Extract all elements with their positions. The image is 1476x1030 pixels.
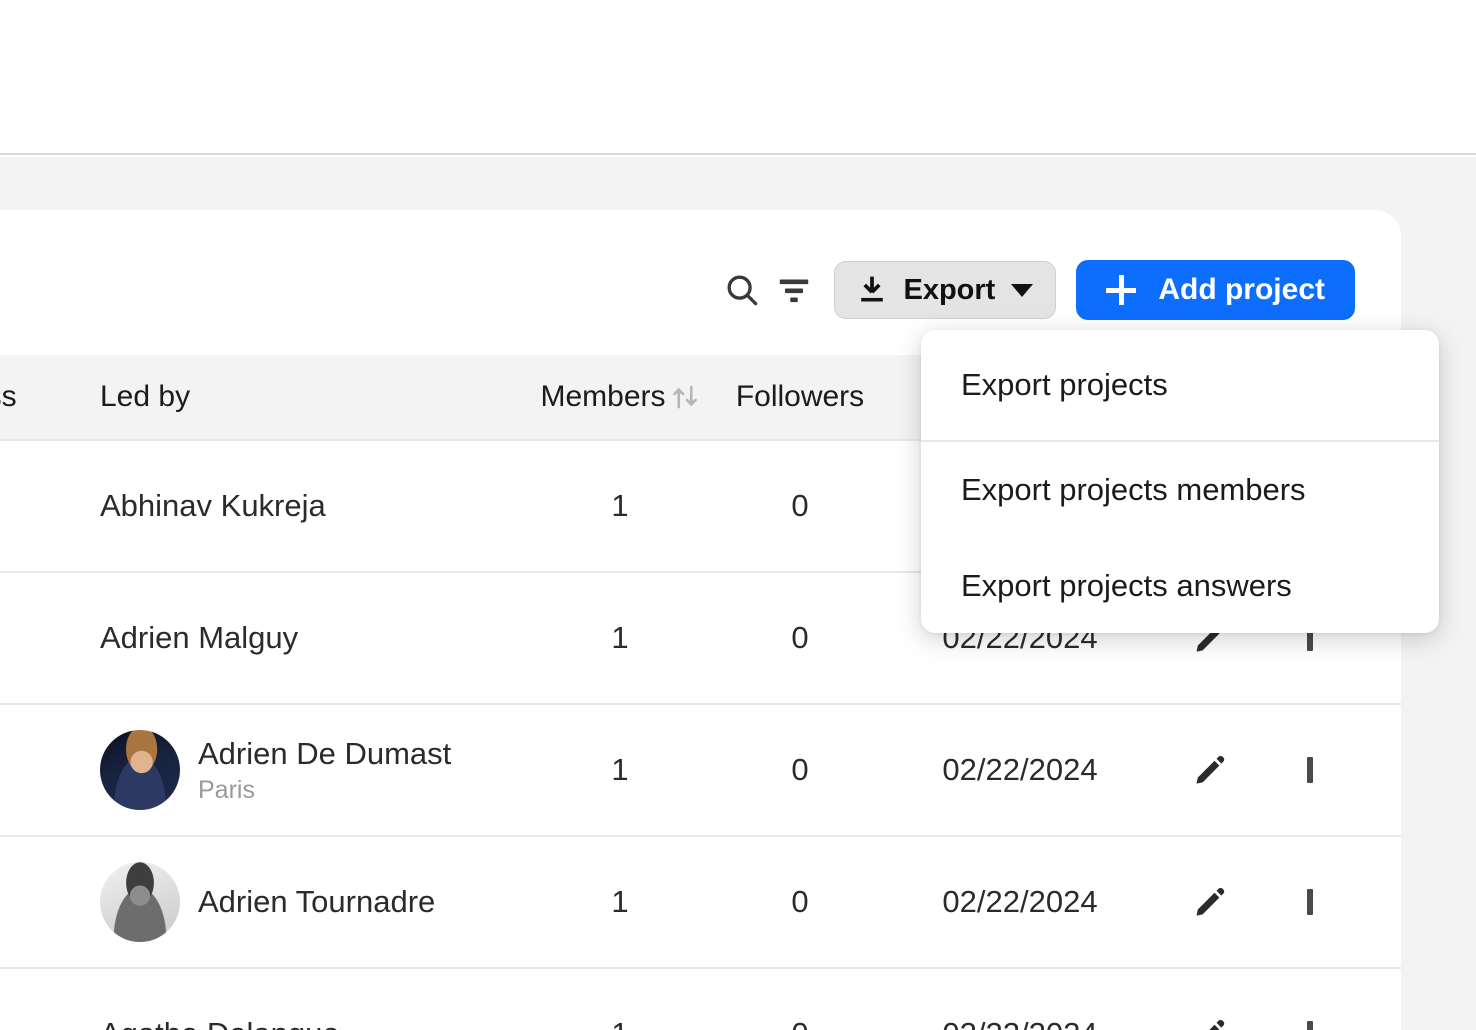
cell-led-by: Adrien Malguy: [60, 620, 530, 656]
chevron-down-icon: [1011, 283, 1034, 297]
cell-members: 1: [611, 752, 629, 787]
cell-date: 02/22/2024: [890, 1016, 1150, 1030]
menu-item-export-projects-answers[interactable]: Export projects answers: [921, 538, 1439, 633]
table-row[interactable]: Agathe Delangue 1 0 02/22/2024: [0, 967, 1401, 1030]
edit-button[interactable]: [1150, 1017, 1270, 1030]
add-project-label: Add project: [1158, 273, 1325, 306]
column-header-members-label: Members: [540, 380, 666, 413]
cell-led-by: Adrien De Dumast Paris: [60, 730, 530, 810]
led-by-name: Adrien Tournadre: [198, 884, 436, 919]
column-header-led-by[interactable]: Led by: [60, 380, 530, 414]
led-by-name: Abhinav Kukreja: [100, 488, 326, 523]
more-options-button[interactable]: [1270, 889, 1350, 915]
table-row[interactable]: Adrien Tournadre 1 0 02/22/2024: [0, 835, 1401, 967]
led-by-name-wrap: Abhinav Kukreja: [100, 488, 326, 524]
led-by-name-wrap: Adrien Malguy: [100, 620, 298, 656]
column-header-followers[interactable]: Followers: [710, 380, 890, 414]
column-header-progress[interactable]: ress: [0, 380, 60, 414]
search-icon: [723, 271, 761, 309]
table-toolbar: Export Add project: [716, 260, 1355, 320]
cell-followers: 0: [710, 1016, 890, 1030]
avatar: [100, 730, 180, 810]
add-project-button[interactable]: Add project: [1076, 260, 1355, 320]
column-header-members[interactable]: Members: [530, 380, 710, 414]
cell-members: 1: [611, 620, 629, 655]
edit-button[interactable]: [1150, 753, 1270, 787]
pencil-icon: [1193, 1017, 1227, 1030]
top-chrome-area: [0, 0, 1476, 155]
menu-item-export-projects[interactable]: Export projects: [921, 330, 1439, 440]
plus-icon: [1106, 275, 1137, 305]
more-vertical-icon: [1307, 1021, 1313, 1030]
export-button-label: Export: [903, 273, 996, 306]
cell-followers: 0: [791, 620, 809, 655]
cell-date: 02/22/2024: [942, 752, 1098, 787]
led-by-name-wrap: Adrien De Dumast Paris: [198, 736, 451, 805]
led-by-name: Agathe Delangue: [100, 1016, 340, 1030]
filter-icon: [776, 275, 812, 305]
pencil-icon: [1193, 753, 1227, 787]
led-by-name-wrap: Adrien Tournadre: [198, 884, 435, 920]
led-by-name: Adrien De Dumast: [198, 735, 452, 771]
cell-members: 1: [530, 1016, 710, 1030]
cell-followers: 0: [791, 752, 809, 787]
more-vertical-icon: [1307, 757, 1313, 783]
cell-members: 1: [611, 884, 629, 919]
more-options-button[interactable]: [1270, 757, 1350, 783]
edit-button[interactable]: [1150, 885, 1270, 919]
cell-led-by: Agathe Delangue: [60, 1016, 530, 1030]
search-button[interactable]: [716, 264, 768, 316]
cell-followers: 0: [791, 488, 809, 523]
cell-date: 02/22/2024: [942, 884, 1098, 919]
cell-led-by: Adrien Tournadre: [60, 862, 530, 942]
more-vertical-icon: [1307, 889, 1313, 915]
menu-item-export-projects-members[interactable]: Export projects members: [921, 442, 1439, 538]
led-by-name: Adrien Malguy: [100, 620, 299, 655]
download-icon: [855, 273, 889, 307]
filter-button[interactable]: [768, 264, 820, 316]
led-by-subtitle: Paris: [198, 775, 255, 804]
more-options-button[interactable]: [1270, 1021, 1350, 1030]
sort-arrows-icon: [670, 383, 700, 411]
cell-members: 1: [611, 488, 629, 523]
led-by-name-wrap: Agathe Delangue: [100, 1016, 340, 1030]
export-button[interactable]: Export: [834, 261, 1057, 319]
screen-root: Export Add project ress Led by Members: [0, 0, 1476, 1030]
avatar: [100, 862, 180, 942]
cell-led-by: Abhinav Kukreja: [60, 488, 530, 524]
table-row[interactable]: Adrien De Dumast Paris 1 0 02/22/2024: [0, 703, 1401, 835]
export-dropdown-menu: Export projects Export projects members …: [921, 330, 1439, 633]
cell-followers: 0: [791, 884, 809, 919]
pencil-icon: [1193, 885, 1227, 919]
